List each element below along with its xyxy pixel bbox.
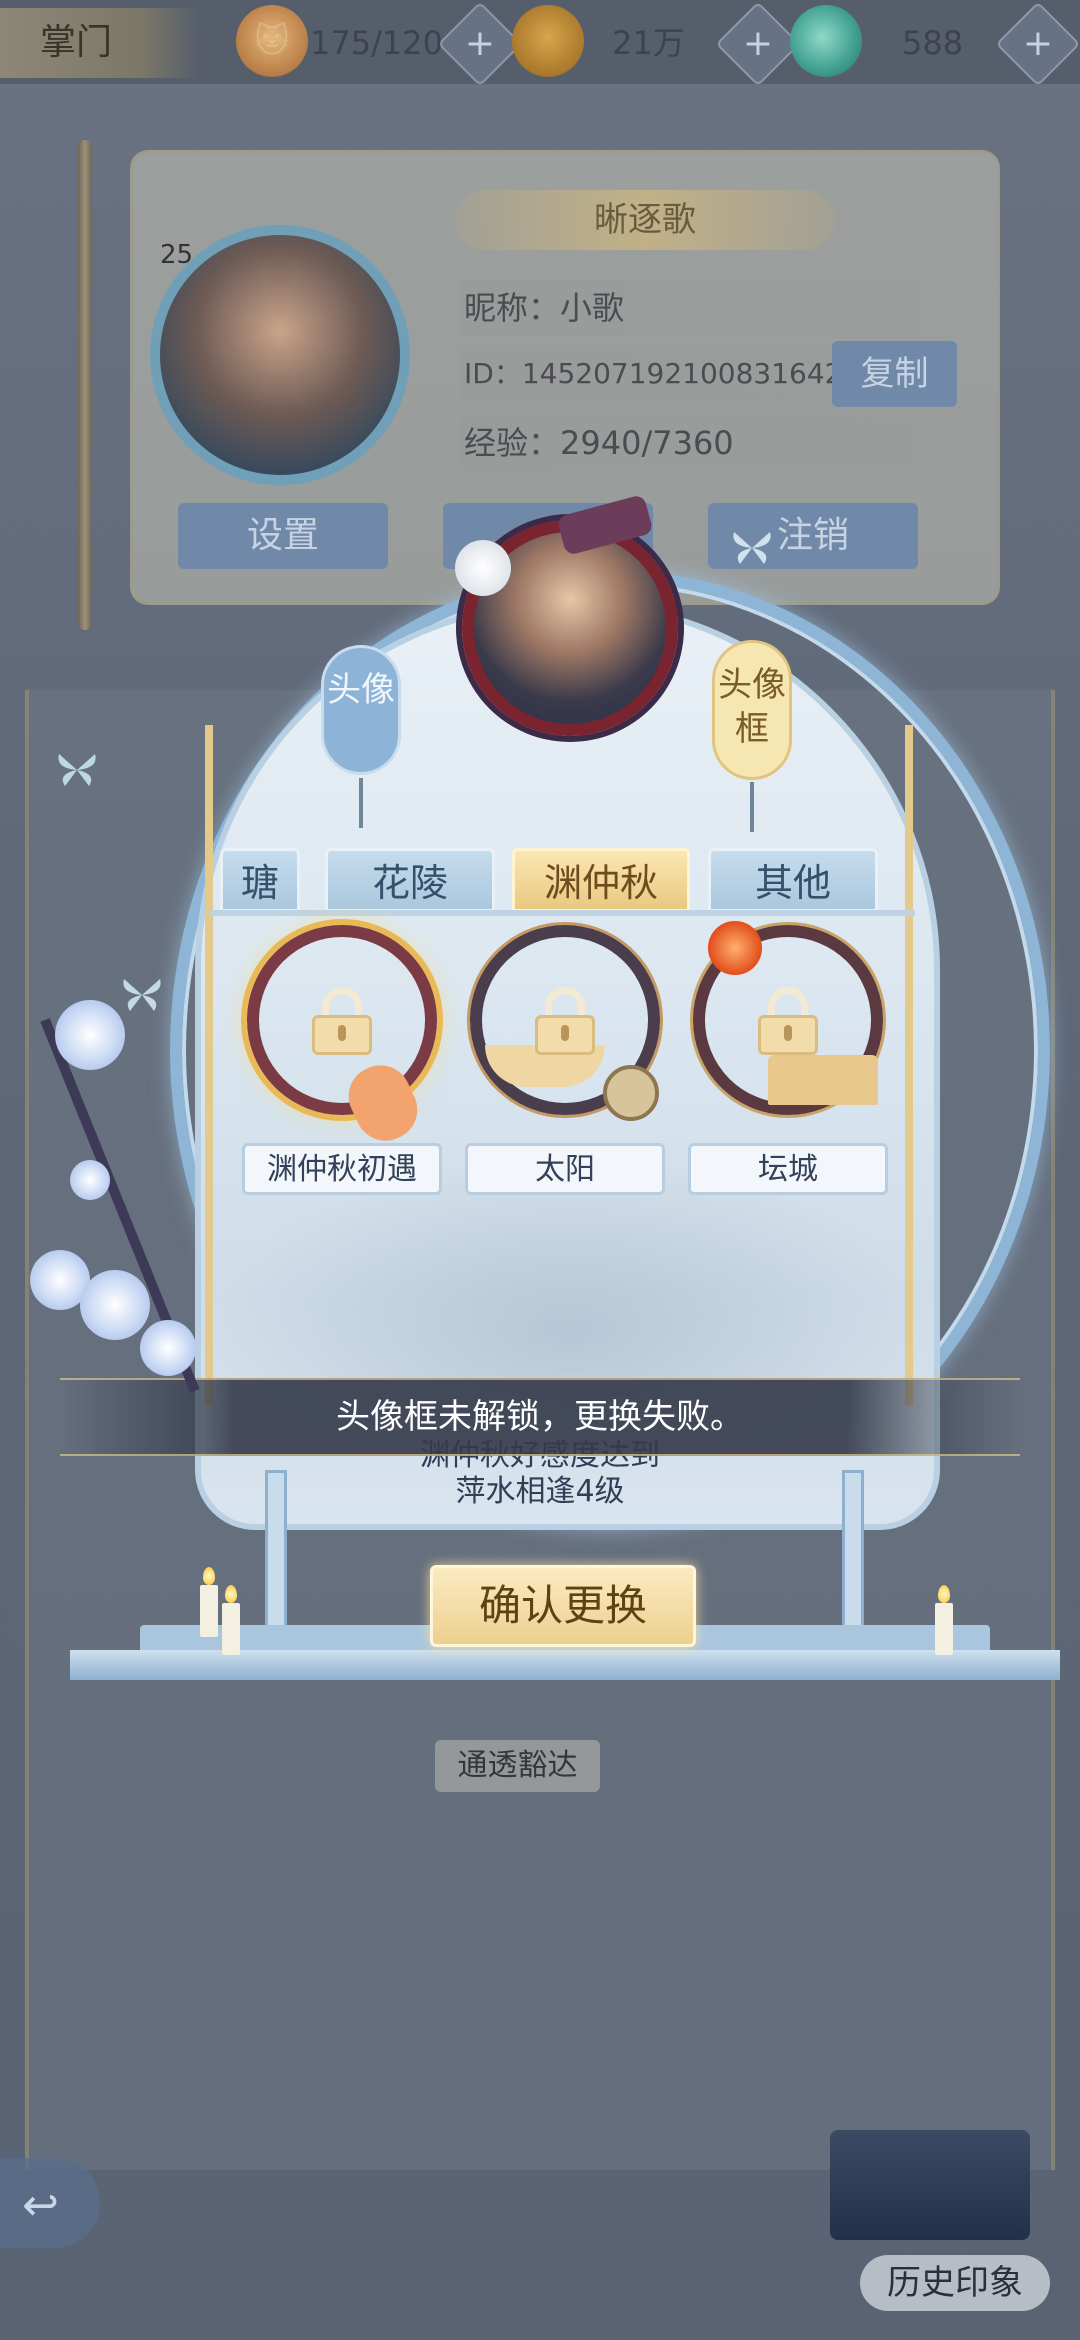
- tab-avatar-frame[interactable]: 头像框: [712, 640, 792, 780]
- error-toast: 头像框未解锁，更换失败。: [60, 1378, 1020, 1456]
- tab-category-yuanzhongqiu[interactable]: 渊仲秋: [512, 848, 690, 912]
- frame-rail-left: [205, 725, 213, 1405]
- pearl-ornament-icon: [455, 540, 511, 596]
- trait-chip: 通透豁达: [435, 1740, 600, 1792]
- back-arrow-icon: ↩: [22, 2180, 59, 2231]
- blossom-icon: [70, 1160, 110, 1200]
- copy-id-button[interactable]: 复制: [832, 341, 957, 407]
- seal-ornament-icon: [603, 1065, 659, 1121]
- candle-flame-icon: [938, 1585, 950, 1603]
- unlock-requirement-line2: 萍水相逢4级: [455, 1474, 625, 1509]
- tab-category-other[interactable]: 其他: [708, 848, 878, 912]
- tab-avatar[interactable]: 头像: [321, 645, 401, 775]
- tab-category-hualing[interactable]: 花陵: [325, 848, 495, 912]
- jade-value: 588: [902, 24, 964, 62]
- lock-icon: [535, 987, 595, 1055]
- sun-ornament-icon: [708, 921, 762, 975]
- lock-icon: [758, 987, 818, 1055]
- candle-icon: [200, 1585, 218, 1637]
- back-button[interactable]: ↩: [0, 2158, 100, 2248]
- jade-icon: [790, 5, 862, 77]
- name-plate: 晰逐歌: [455, 190, 835, 250]
- stamina-value: 175/120: [310, 24, 443, 62]
- tassel-decoration: [750, 782, 754, 832]
- player-level: 25: [160, 240, 194, 270]
- history-impression-button[interactable]: 历史印象: [860, 2255, 1050, 2311]
- plus-icon: +: [742, 23, 774, 64]
- butterfly-icon: [123, 979, 161, 1011]
- nickname-row: 昵称：小歌: [460, 280, 960, 336]
- candle-flame-icon: [225, 1585, 237, 1603]
- history-books-icon[interactable]: [830, 2130, 1030, 2240]
- frame-item-label: 坛城: [688, 1143, 888, 1195]
- candle-icon: [222, 1603, 240, 1655]
- candle-icon: [935, 1603, 953, 1655]
- copper-coin-icon: [512, 5, 584, 77]
- tab-category-tang[interactable]: 瑭: [220, 848, 300, 912]
- tassel-decoration: [359, 778, 363, 828]
- category-underline: [210, 910, 915, 916]
- blossom-icon: [140, 1320, 196, 1376]
- frame-item-label: 渊仲秋初遇: [242, 1143, 442, 1195]
- castle-ornament-icon: [768, 1055, 878, 1105]
- frame-rail-right: [905, 725, 913, 1405]
- lock-icon: [312, 987, 372, 1055]
- blossom-icon: [80, 1270, 150, 1340]
- frame-item-label: 太阳: [465, 1143, 665, 1195]
- experience-row: 经验：2940/7360: [460, 415, 960, 471]
- cat-stamina-icon: 🐱: [236, 5, 308, 77]
- candle-flame-icon: [203, 1567, 215, 1585]
- butterfly-icon: [733, 532, 771, 564]
- stand-base: [70, 1650, 1060, 1680]
- coin-value: 21万: [612, 24, 685, 62]
- settings-button[interactable]: 设置: [178, 503, 388, 569]
- blossom-icon: [55, 1000, 125, 1070]
- butterfly-icon: [58, 754, 96, 786]
- plus-icon: +: [1022, 23, 1054, 64]
- scroll-rod-left: [78, 140, 92, 630]
- plus-icon: +: [464, 23, 496, 64]
- confirm-change-button[interactable]: 确认更换: [430, 1565, 696, 1647]
- page-title: 掌门: [0, 8, 200, 78]
